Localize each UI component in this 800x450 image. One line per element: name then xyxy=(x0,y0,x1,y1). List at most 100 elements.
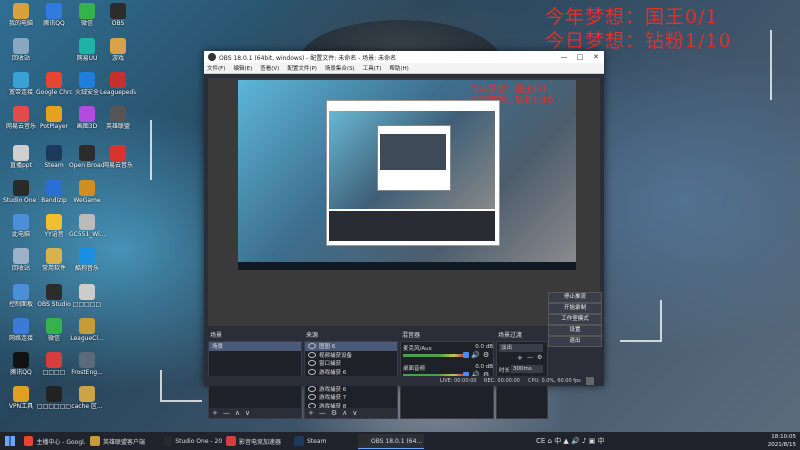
exit-button[interactable]: 退出 xyxy=(548,336,602,347)
desktop-icon[interactable]: OBS Studio xyxy=(36,284,72,308)
app-icon xyxy=(79,214,95,230)
desktop-icon-label: 回收站 xyxy=(11,55,30,62)
desktop-icon[interactable]: 回收站 xyxy=(3,248,39,272)
mixer-volume-slider-mic[interactable] xyxy=(463,352,469,358)
eye-icon[interactable] xyxy=(308,360,316,367)
desktop-icon[interactable]: 网络连接 xyxy=(3,318,39,342)
desktop-icon[interactable]: 回收站 xyxy=(3,38,39,62)
add-source-button[interactable]: + xyxy=(308,409,314,417)
desktop-icon[interactable]: 控制面板 xyxy=(3,284,39,308)
desktop-icon[interactable]: 腾讯QQ xyxy=(36,3,72,27)
duration-input[interactable]: 300ms xyxy=(511,365,543,373)
app-icon xyxy=(46,318,62,334)
start-icon[interactable] xyxy=(5,436,15,446)
move-source-down-button[interactable]: ∨ xyxy=(352,409,357,417)
taskbar-clock[interactable]: 18:10:05 2021/8/15 xyxy=(768,433,796,449)
add-transition-button[interactable]: + xyxy=(517,354,523,362)
desktop-icon[interactable]: 宽带连接 xyxy=(3,72,39,96)
desktop-icon[interactable]: □□□□□ xyxy=(69,284,105,308)
taskbar-item[interactable]: Studio One - 202... xyxy=(164,434,222,448)
desktop-icon[interactable]: □□□□ xyxy=(36,352,72,376)
desktop-icon[interactable]: 网易云音乐 xyxy=(3,106,39,130)
maximize-button[interactable]: □ xyxy=(572,53,588,61)
taskbar-item[interactable]: 英雄联盟客户端 xyxy=(90,434,160,448)
desktop-icon[interactable]: 游戏 xyxy=(100,38,136,62)
transition-settings-gear-icon[interactable]: ⚙ xyxy=(537,354,542,361)
desktop-icon[interactable]: OBS xyxy=(100,3,136,27)
move-scene-down-button[interactable]: ∨ xyxy=(245,409,250,417)
eye-icon[interactable] xyxy=(308,394,316,401)
remove-scene-button[interactable]: — xyxy=(223,409,230,417)
desktop-icon[interactable]: 直播ppt xyxy=(3,145,39,169)
stop-streaming-button[interactable]: 停止推流 xyxy=(548,292,602,303)
nested-preview-area xyxy=(329,111,495,209)
speaker-icon[interactable]: 🔊 xyxy=(471,351,480,359)
desktop-icon[interactable]: WeGame xyxy=(69,180,105,204)
eye-icon[interactable] xyxy=(308,351,316,358)
desktop-icon[interactable]: 微信 xyxy=(36,318,72,342)
desktop-icon[interactable]: 英雄联盟 xyxy=(100,106,136,130)
move-source-up-button[interactable]: ∧ xyxy=(342,409,347,417)
source-settings-gear-icon[interactable]: ⚙ xyxy=(331,409,337,417)
obs-titlebar[interactable]: OBS 18.0.1 (64bit, windows) - 配置文件: 未命名 … xyxy=(204,51,604,63)
desktop-icon[interactable]: 此电脑 xyxy=(3,214,39,238)
menu-file[interactable]: 文件(F) xyxy=(207,64,225,72)
taskbar-item[interactable]: Steam xyxy=(294,434,354,448)
source-item-label: 图图 6 xyxy=(319,344,336,351)
menu-profile[interactable]: 配置文件(P) xyxy=(287,64,317,72)
desktop-icon[interactable]: LeagueCl... xyxy=(69,318,105,342)
scene-item[interactable]: 场景 xyxy=(209,342,301,351)
desktop-icon[interactable]: Leaguepedia xyxy=(100,72,136,96)
move-scene-up-button[interactable]: ∧ xyxy=(235,409,240,417)
app-icon xyxy=(13,3,29,19)
obs-preview[interactable]: 今年梦想：国王0/1 今日梦想：钻粉1/10 xyxy=(208,78,600,326)
source-item[interactable]: 游戏捕获 7 xyxy=(305,393,397,402)
desktop-icon[interactable]: VPN工具 xyxy=(3,386,39,410)
desktop-icon[interactable]: YY语音 xyxy=(36,214,72,238)
eye-icon[interactable] xyxy=(308,368,316,375)
status-rec: REC: 00:00:00 xyxy=(484,378,520,384)
desktop-icon[interactable]: 酷狗音乐 xyxy=(69,248,105,272)
menu-view[interactable]: 查看(V) xyxy=(260,64,279,72)
menu-help[interactable]: 帮助(H) xyxy=(389,64,408,72)
studio-mode-button[interactable]: 工作室模式 xyxy=(548,314,602,325)
desktop-icon[interactable]: 常用软件 xyxy=(36,248,72,272)
source-item[interactable]: 图图 6 xyxy=(305,342,397,351)
menu-scene-collection[interactable]: 场景集合(S) xyxy=(325,64,355,72)
eye-icon[interactable] xyxy=(308,343,316,350)
start-recording-button[interactable]: 开始录制 xyxy=(548,303,602,314)
settings-button[interactable]: 设置 xyxy=(548,325,602,336)
desktop-icon[interactable]: Bandizip xyxy=(36,180,72,204)
mixer-settings-gear-icon[interactable]: ⚙ xyxy=(483,351,489,359)
transition-select[interactable]: 淡出 xyxy=(499,344,543,352)
remove-source-button[interactable]: — xyxy=(319,409,326,417)
desktop-icon[interactable]: □□□□□□ xyxy=(36,386,72,410)
add-scene-button[interactable]: + xyxy=(212,409,218,417)
desktop-icon[interactable]: 我的电脑 xyxy=(3,3,39,27)
source-item[interactable]: 游戏捕获 6 xyxy=(305,368,397,377)
source-item[interactable]: 视频捕获设备 xyxy=(305,351,397,360)
taskbar-item[interactable]: OBS 18.0.1 (64... xyxy=(358,434,424,449)
minimize-button[interactable]: — xyxy=(556,53,572,61)
desktop-icon[interactable]: FrostEng... xyxy=(69,352,105,376)
desktop-icon[interactable]: cache 区... xyxy=(69,386,105,410)
remove-transition-button[interactable]: — xyxy=(527,354,533,361)
taskbar-item[interactable]: 影音电竞加速器 xyxy=(226,434,290,448)
desktop-icon[interactable]: 腾讯QQ xyxy=(3,352,39,376)
eye-icon[interactable] xyxy=(308,385,316,392)
desktop-icon[interactable]: Steam xyxy=(36,145,72,169)
menu-edit[interactable]: 编辑(E) xyxy=(233,64,252,72)
source-item[interactable]: 窗口捕获 xyxy=(305,359,397,368)
obs-window[interactable]: OBS 18.0.1 (64bit, windows) - 配置文件: 未命名 … xyxy=(204,51,604,419)
desktop-icon[interactable]: 网易云音乐 xyxy=(100,145,136,169)
desktop-icon[interactable]: Google Chrome xyxy=(36,72,72,96)
desktop-icon-label: □□□□ xyxy=(42,369,66,376)
system-tray[interactable]: CE ⌂ 中 ▲ 🔊 ♪ ▣ 中 xyxy=(536,436,605,446)
menu-tools[interactable]: 工具(T) xyxy=(363,64,382,72)
app-icon xyxy=(46,3,62,19)
desktop-icon[interactable]: GC551_Wi... xyxy=(69,214,105,238)
desktop-icon[interactable]: PotPlayer xyxy=(36,106,72,130)
taskbar-item[interactable]: 主播中心 - Googl... xyxy=(24,434,86,448)
desktop-icon[interactable]: Studio One 5 xyxy=(3,180,39,204)
close-button[interactable]: ✕ xyxy=(588,53,604,61)
